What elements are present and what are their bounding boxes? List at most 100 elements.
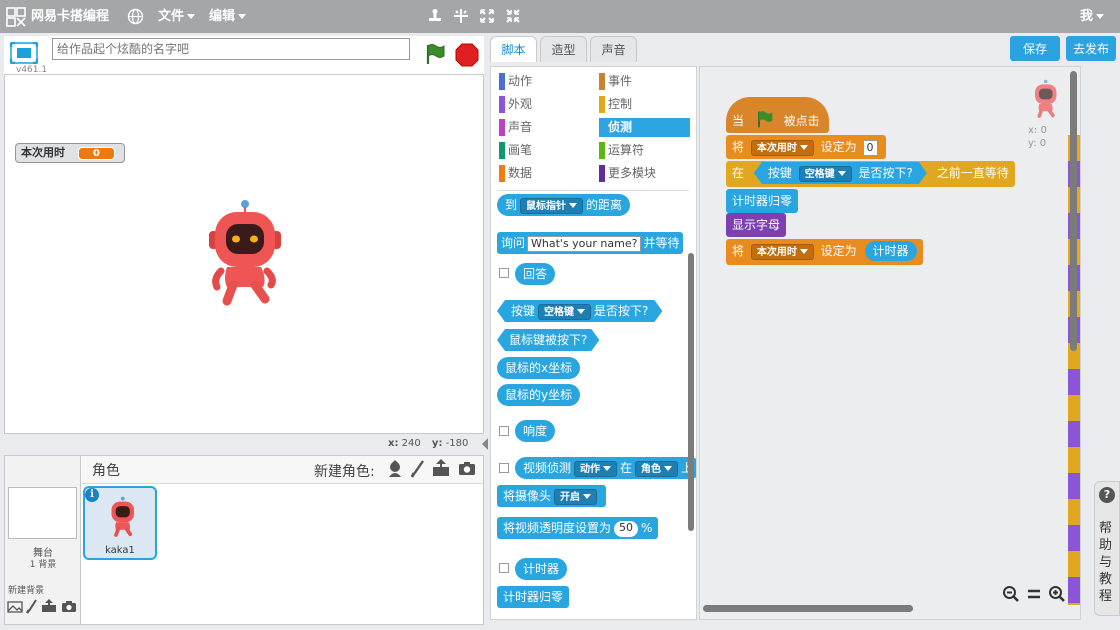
ask-input[interactable]: What's your name?	[527, 235, 642, 252]
wait-tail-label: 之前一直等待	[936, 166, 1009, 180]
block-key-pressed[interactable]: 按键 空格键 是否按下?	[497, 300, 662, 322]
sprite-info-icon[interactable]: i	[85, 488, 99, 502]
shrink-icon[interactable]	[505, 8, 521, 24]
category-item[interactable]: 事件	[599, 72, 690, 91]
kaka-robot-sprite[interactable]	[203, 197, 283, 309]
set1-value-input[interactable]: 0	[862, 139, 878, 156]
block-mouse-down[interactable]: 鼠标键被按下?	[497, 329, 599, 351]
stage-thumbnail[interactable]	[8, 487, 77, 539]
ask-tail-label: 并等待	[643, 236, 680, 250]
camera-sprite-icon[interactable]	[458, 461, 476, 476]
answer-checkbox[interactable]	[499, 268, 509, 278]
block-turn-video[interactable]: 将摄像头 开启	[497, 485, 607, 507]
category-color-swatch	[599, 165, 605, 182]
category-color-swatch	[599, 119, 605, 136]
upload-sprite-icon[interactable]	[432, 459, 450, 477]
stop-sign-icon[interactable]	[455, 43, 479, 67]
category-item[interactable]: 数据	[499, 164, 589, 183]
timer-checkbox[interactable]	[499, 563, 509, 573]
palette-scrollbar[interactable]	[688, 253, 694, 531]
category-item[interactable]: 外观	[499, 95, 589, 114]
video-state-drop[interactable]: 开启	[554, 488, 598, 505]
zoom-reset-icon[interactable]	[1026, 587, 1042, 601]
set2-timer-reporter[interactable]: 计时器	[864, 241, 917, 261]
block-video-sensing[interactable]: 视频侦测动作在角色上	[515, 457, 696, 479]
transparency-input[interactable]: 50	[614, 520, 639, 537]
block-reset-timer[interactable]: 计时器归零	[497, 586, 570, 608]
set1-var-value: 本次用时	[756, 142, 797, 154]
duplicate-stamp-icon[interactable]	[427, 8, 443, 24]
variable-watcher[interactable]: 本次用时 0	[15, 143, 125, 163]
block-mouse-x[interactable]: 鼠标的x坐标	[497, 357, 581, 379]
wait-pressed-label: 是否按下?	[858, 166, 913, 180]
user-menu[interactable]: 我	[1080, 0, 1105, 33]
upload-backdrop-icon[interactable]	[41, 599, 57, 613]
edit-menu[interactable]: 编辑	[209, 0, 247, 33]
category-item[interactable]: 侦测	[599, 118, 690, 137]
coord-y-value: -180	[445, 438, 469, 449]
distance-target-drop[interactable]: 鼠标指针	[520, 197, 584, 214]
block-mouse-y[interactable]: 鼠标的y坐标	[497, 384, 581, 406]
category-item[interactable]: 画笔	[499, 141, 589, 160]
video-target-drop[interactable]: 角色	[635, 460, 679, 477]
block-show-letters[interactable]: 显示字母	[726, 213, 787, 237]
category-item[interactable]: 运算符	[599, 141, 690, 160]
collapse-stage-arrow-icon[interactable]	[480, 436, 490, 452]
category-item[interactable]: 声音	[499, 118, 589, 137]
wait-key-pressed-block[interactable]: 按键 空格键 是否按下?	[754, 162, 927, 184]
sprite-tile-kaka1[interactable]: i kaka1	[83, 486, 157, 560]
loudness-checkbox[interactable]	[499, 426, 509, 436]
watcher-value: 0	[78, 147, 115, 160]
block-reset-timer-script[interactable]: 计时器归零	[726, 189, 799, 213]
scripts-area[interactable]: x: 0 y: 0 当 被点击 将 本次用时 设定为 0 在 按键 空格键 是否…	[699, 66, 1081, 620]
wait-key-drop[interactable]: 空格键	[799, 166, 852, 182]
grow-icon[interactable]	[479, 8, 495, 24]
block-set-variable-timer[interactable]: 将 本次用时 设定为 计时器	[726, 239, 923, 265]
block-ask-and-wait[interactable]: 询问 What's your name? 并等待	[497, 232, 684, 254]
help-panel[interactable]: ? 帮助与教程	[1094, 481, 1120, 616]
video-attr-drop[interactable]: 动作	[574, 460, 618, 477]
scripts-vscrollbar[interactable]	[1070, 71, 1077, 351]
green-flag-icon[interactable]	[422, 42, 446, 66]
video-checkbox[interactable]	[499, 463, 509, 473]
stage-canvas[interactable]: 本次用时 0	[4, 74, 484, 434]
file-menu[interactable]: 文件	[158, 0, 196, 33]
tab-scripts[interactable]: 脚本	[490, 36, 537, 62]
block-timer[interactable]: 计时器	[515, 558, 568, 580]
cut-scissors-icon[interactable]	[453, 8, 469, 24]
backdrop-count: 1 背景	[29, 560, 57, 570]
scripts-hscrollbar[interactable]	[703, 605, 913, 612]
zoom-in-icon[interactable]	[1048, 585, 1066, 603]
save-button[interactable]: 保存	[1010, 36, 1060, 61]
block-answer[interactable]: 回答	[515, 263, 556, 285]
zoom-out-icon[interactable]	[1002, 585, 1020, 603]
globe-icon[interactable]	[127, 8, 144, 25]
sprite-library-icon[interactable]	[386, 460, 404, 478]
key-drop[interactable]: 空格键	[538, 304, 591, 320]
block-loudness[interactable]: 响度	[515, 420, 556, 442]
block-wait-until[interactable]: 在 按键 空格键 是否按下? 之前一直等待	[726, 161, 1015, 187]
wait-at-label: 在	[732, 166, 745, 180]
paint-backdrop-icon[interactable]	[7, 601, 23, 613]
stage-size-toggle-icon[interactable]	[10, 42, 38, 64]
publish-button[interactable]: 去发布	[1066, 36, 1116, 61]
category-label: 动作	[508, 74, 533, 88]
coord-x-label: x:	[388, 438, 399, 449]
category-item[interactable]: 更多模块	[599, 164, 690, 183]
camera-backdrop-icon[interactable]	[61, 600, 77, 613]
brush-backdrop-icon[interactable]	[26, 599, 38, 614]
set2-var-drop[interactable]: 本次用时	[750, 243, 814, 260]
video-attr-value: 动作	[580, 463, 601, 475]
tab-costumes[interactable]: 造型	[540, 36, 587, 62]
tab-sounds[interactable]: 声音	[590, 36, 637, 62]
category-item[interactable]: 控制	[599, 95, 690, 114]
category-item[interactable]: 动作	[499, 72, 589, 91]
project-title-input[interactable]	[52, 38, 410, 60]
block-set-variable-0[interactable]: 将 本次用时 设定为 0	[726, 135, 886, 159]
paint-sprite-icon[interactable]	[411, 460, 425, 478]
set1-var-drop[interactable]: 本次用时	[750, 139, 814, 156]
hat-block-when-flag[interactable]: 当 被点击	[726, 97, 829, 133]
block-set-video-transparency[interactable]: 将视频透明度设置为 50%	[497, 517, 659, 539]
key-pressed-tail: 是否按下?	[594, 304, 649, 318]
block-distance-to[interactable]: 到鼠标指针 的距离	[497, 194, 631, 216]
